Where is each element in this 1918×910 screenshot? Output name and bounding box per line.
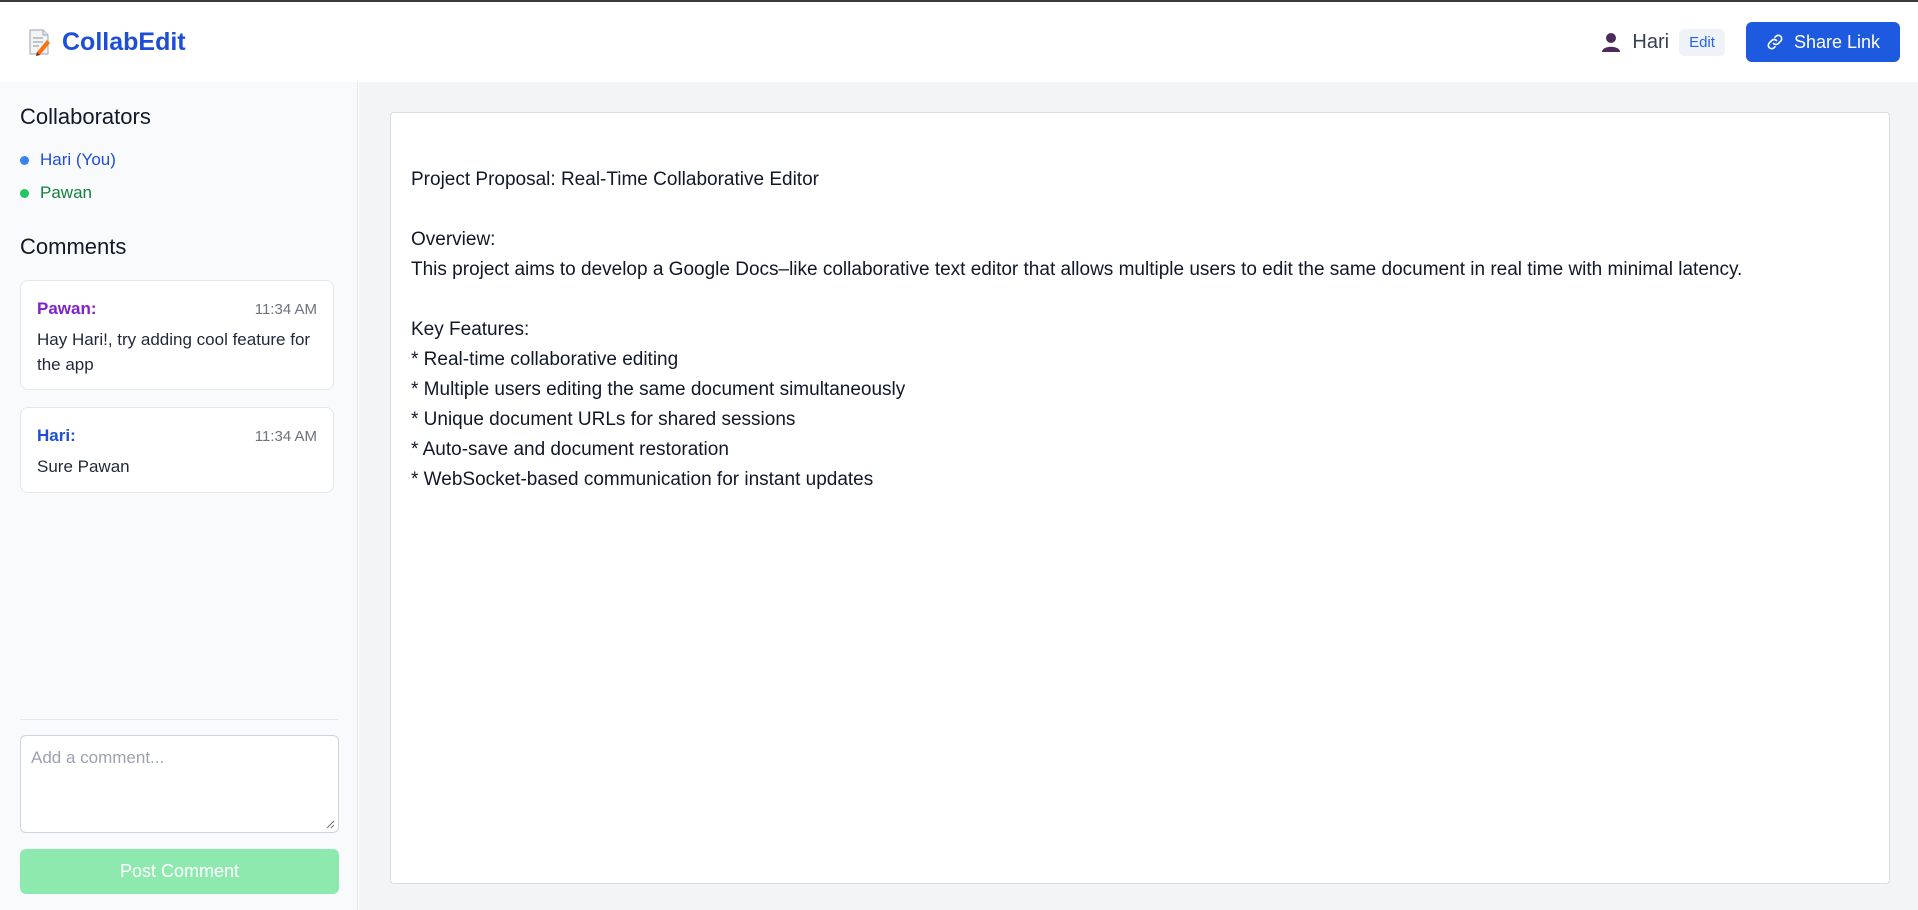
document-line: Key Features:	[411, 319, 530, 340]
app-title: CollabEdit	[62, 27, 186, 56]
collaborator-item: Pawan	[20, 183, 92, 203]
header-user-area: Hari Edit Share Link	[1600, 22, 1900, 62]
comment-card: Pawan: 11:34 AM Hay Hari!, try adding co…	[20, 280, 334, 390]
document-line: Project Proposal: Real-Time Collaborativ…	[411, 169, 819, 190]
collaborators-title: Collaborators	[20, 104, 151, 129]
collaborator-item: Hari (You)	[20, 150, 116, 170]
memo-pencil-icon	[29, 29, 50, 56]
link-icon	[1767, 34, 1783, 50]
document-editor[interactable]: Project Proposal: Real-Time Collaborativ…	[390, 112, 1890, 884]
document-line: Overview:	[411, 229, 496, 250]
document-line: * Multiple users editing the same docume…	[411, 379, 906, 400]
comment-input[interactable]: Add a comment...	[20, 735, 339, 833]
app-header: CollabEdit Hari Edit Share Link	[0, 2, 1918, 82]
document-line: * Auto-save and document restoration	[411, 439, 729, 460]
online-dot	[20, 155, 29, 165]
comment-author: Hari:	[37, 426, 76, 445]
sidebar-divider	[20, 719, 338, 720]
comment-card: Hari: 11:34 AM Sure Pawan	[20, 407, 334, 493]
role-badge: Edit	[1679, 28, 1725, 56]
comment-text: Sure Pawan	[37, 457, 130, 476]
document-line: * Unique document URLs for shared sessio…	[411, 409, 796, 430]
share-link-button[interactable]: Share Link	[1745, 22, 1900, 62]
collaborator-name: Pawan	[40, 183, 92, 202]
comment-placeholder: Add a comment...	[31, 748, 165, 767]
post-comment-button[interactable]: Post Comment	[20, 849, 339, 894]
brand[interactable]: CollabEdit	[26, 28, 186, 57]
comment-author: Pawan:	[37, 299, 97, 318]
editor-area: Project Proposal: Real-Time Collaborativ…	[359, 82, 1918, 910]
document-line	[411, 285, 1869, 315]
resize-handle-icon[interactable]	[326, 820, 335, 829]
comment-time: 11:34 AM	[254, 428, 317, 445]
comment-text: Hay Hari!, try adding cool feature for t…	[37, 330, 311, 374]
document-line: This project aims to develop a Google Do…	[411, 259, 1743, 280]
collaborator-name: Hari (You)	[40, 150, 116, 169]
online-dot	[20, 188, 29, 198]
document-line: * WebSocket-based communication for inst…	[411, 469, 874, 490]
document-line	[411, 195, 1869, 225]
comment-time: 11:34 AM	[254, 301, 317, 318]
comments-title: Comments	[20, 234, 127, 259]
document-line: * Real-time collaborative editing	[411, 349, 679, 370]
share-link-label: Share Link	[1793, 31, 1880, 52]
sidebar: Collaborators Hari (You) Pawan Comments …	[0, 82, 358, 910]
current-user-name: Hari	[1632, 30, 1670, 53]
user-icon	[1602, 33, 1621, 52]
